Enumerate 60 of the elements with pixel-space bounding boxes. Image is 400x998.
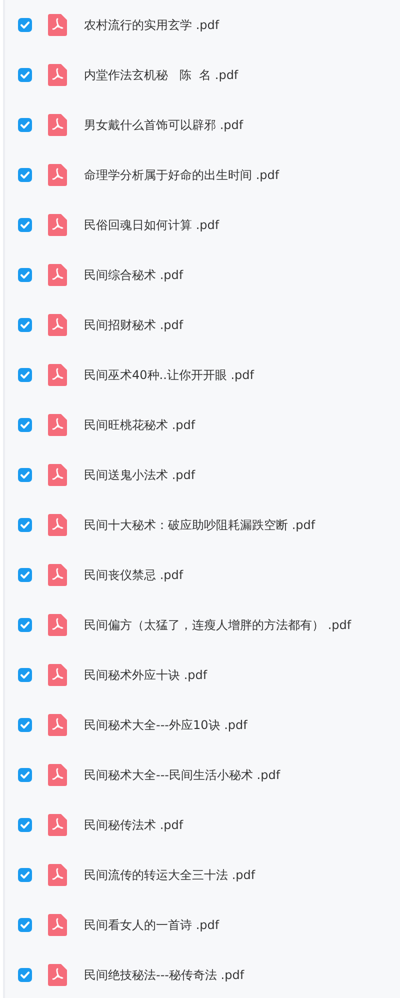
file-name[interactable]: 民间旺桃花秘术 .pdf — [84, 416, 196, 434]
checkbox[interactable] — [18, 968, 32, 982]
file-name[interactable]: 内堂作法玄机秘 陈 名 .pdf — [84, 66, 238, 84]
checkbox[interactable] — [18, 18, 32, 32]
pdf-file-icon — [48, 114, 67, 136]
pdf-file-icon — [48, 564, 67, 586]
file-name[interactable]: 民间招财秘术 .pdf — [84, 316, 184, 334]
pdf-file-icon — [48, 614, 67, 636]
file-name[interactable]: 民间送鬼小法术 .pdf — [84, 466, 196, 484]
file-name[interactable]: 男女戴什么首饰可以辟邪 .pdf — [84, 116, 244, 134]
file-name[interactable]: 农村流行的实用玄学 .pdf — [84, 16, 220, 34]
checkbox[interactable] — [18, 118, 32, 132]
pdf-file-icon — [48, 664, 67, 686]
file-name[interactable]: 民间绝技秘法---秘传奇法 .pdf — [84, 966, 244, 984]
checkbox[interactable] — [18, 668, 32, 682]
pdf-file-icon — [48, 14, 67, 36]
checkbox[interactable] — [18, 718, 32, 732]
file-name[interactable]: 民俗回魂日如何计算 .pdf — [84, 216, 220, 234]
checkbox[interactable] — [18, 368, 32, 382]
checkbox[interactable] — [18, 218, 32, 232]
file-name[interactable]: 民间看女人的一首诗 .pdf — [84, 916, 220, 934]
checkbox[interactable] — [18, 68, 32, 82]
pdf-file-icon — [48, 464, 67, 486]
checkbox[interactable] — [18, 418, 32, 432]
pdf-file-icon — [48, 764, 67, 786]
file-name[interactable]: 民间秘术外应十诀 .pdf — [84, 666, 208, 684]
file-name[interactable]: 命理学分析属于好命的出生时间 .pdf — [84, 166, 280, 184]
file-name[interactable]: 民间巫术40种..让你开开眼 .pdf — [84, 366, 254, 384]
checkbox[interactable] — [18, 318, 32, 332]
pdf-file-icon — [48, 414, 67, 436]
file-name[interactable]: 民间流传的转运大全三十法 .pdf — [84, 866, 256, 884]
checkbox[interactable] — [18, 618, 32, 632]
file-name[interactable]: 民间秘术大全---民间生活小秘术 .pdf — [84, 766, 280, 784]
checkbox[interactable] — [18, 818, 32, 832]
file-name[interactable]: 民间偏方（太猛了，连瘦人增胖的方法都有） .pdf — [84, 616, 352, 634]
pdf-file-icon — [48, 714, 67, 736]
checkbox[interactable] — [18, 918, 32, 932]
pdf-file-icon — [48, 914, 67, 936]
checkbox[interactable] — [18, 868, 32, 882]
pdf-file-icon — [48, 864, 67, 886]
pdf-file-icon — [48, 164, 67, 186]
checkbox[interactable] — [18, 468, 32, 482]
checkbox[interactable] — [18, 268, 32, 282]
file-name[interactable]: 民间综合秘术 .pdf — [84, 266, 184, 284]
pdf-file-icon — [48, 364, 67, 386]
pdf-file-icon — [48, 314, 67, 336]
file-name[interactable]: 民间秘传法术 .pdf — [84, 816, 184, 834]
pdf-file-icon — [48, 514, 67, 536]
pdf-file-icon — [48, 814, 67, 836]
file-name[interactable]: 民间丧仪禁忌 .pdf — [84, 566, 184, 584]
file-name[interactable]: 民间秘术大全---外应10诀 .pdf — [84, 716, 248, 734]
pdf-file-icon — [48, 64, 67, 86]
checkbox[interactable] — [18, 518, 32, 532]
file-name[interactable]: 民间十大秘术：破应助吵阻耗漏跌空断 .pdf — [84, 516, 316, 534]
pdf-file-icon — [48, 264, 67, 286]
pdf-file-icon — [48, 214, 67, 236]
pdf-file-icon — [48, 964, 67, 986]
checkbox[interactable] — [18, 168, 32, 182]
checkbox[interactable] — [18, 768, 32, 782]
checkbox[interactable] — [18, 568, 32, 582]
